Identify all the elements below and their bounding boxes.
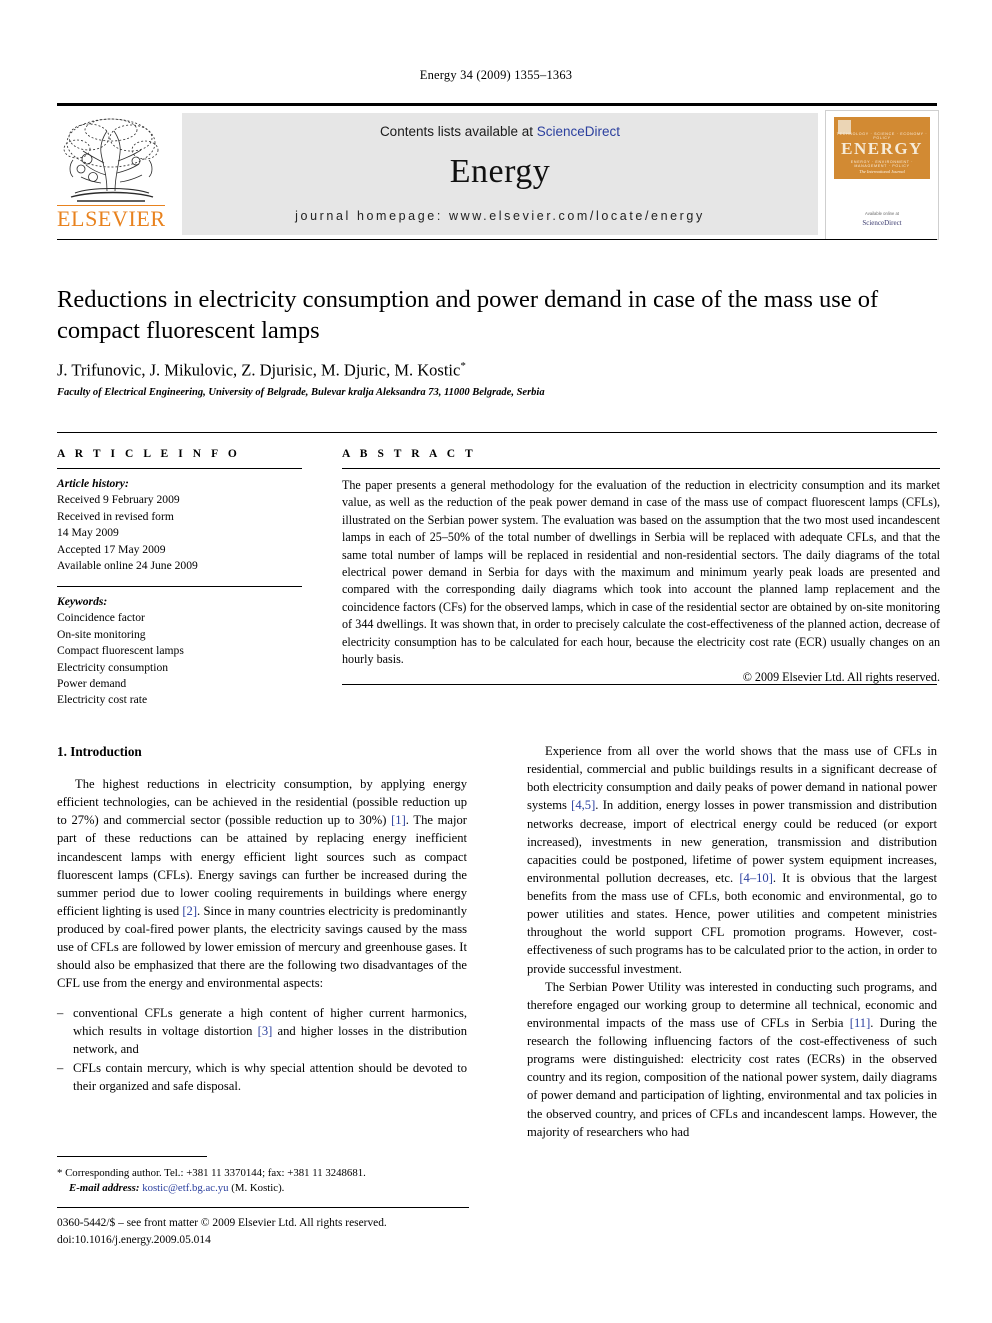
doi-line: doi:10.1016/j.energy.2009.05.014 (57, 1233, 211, 1246)
keyword-item: Coincidence factor (57, 611, 145, 625)
title-divider (57, 239, 937, 240)
journal-masthead: ELSEVIER Contents lists available at Sci… (57, 103, 939, 240)
list-dash: – (57, 1005, 64, 1020)
bullet-2-text: CFLs contain mercury, which is why speci… (73, 1060, 467, 1093)
right-paragraph-1: Experience from all over the world shows… (527, 742, 937, 978)
intro-paragraph-left: The highest reductions in electricity co… (57, 775, 467, 993)
bottom-matter: 0360-5442/$ – see front matter © 2009 El… (57, 1215, 497, 1248)
article-info-rule (57, 468, 302, 469)
contents-list-line: Contents lists available at ScienceDirec… (182, 124, 818, 139)
article-history-heading: Article history: (57, 477, 129, 490)
citation-2[interactable]: [2] (182, 904, 197, 918)
citation-4-10[interactable]: [4–10] (739, 871, 773, 885)
keyword-item: Compact fluorescent lamps (57, 644, 184, 658)
journal-title: Energy (449, 153, 551, 190)
abstract-rule (342, 468, 940, 469)
cover-title: ENERGY (841, 139, 923, 158)
keyword-item: On-site monitoring (57, 627, 146, 641)
history-item: 14 May 2009 (57, 526, 119, 540)
cover-subtitle: The International Journal (859, 169, 905, 174)
body-column-right: Experience from all over the world shows… (527, 742, 937, 1141)
issn-line: 0360-5442/$ – see front matter © 2009 El… (57, 1217, 387, 1229)
page-title: Reductions in electricity consumption an… (57, 286, 879, 344)
keyword-item: Power demand (57, 676, 127, 690)
abstract-heading: A B S T R A C T (342, 448, 477, 460)
elsevier-tree-icon (63, 118, 159, 202)
list-item: – CFLs contain mercury, which is why spec… (57, 1059, 467, 1095)
list-item: – conventional CFLs generate a high conte… (57, 1004, 467, 1058)
footnote-divider (57, 1156, 207, 1157)
intro-text-b: . The major part of these reductions can… (57, 813, 467, 918)
elsevier-logo: ELSEVIER (57, 113, 167, 235)
cover-orange-panel: TECHNOLOGY · SCIENCE · ECONOMY · POLICY … (834, 117, 930, 179)
history-item: Received 9 February 2009 (57, 493, 180, 507)
elsevier-wordmark: ELSEVIER (57, 205, 166, 231)
abstract-text: The paper presents a general methodology… (342, 478, 940, 667)
history-item: Available online 24 June 2009 (57, 559, 198, 573)
body-column-left: 1. Introduction The highest reductions i… (57, 742, 467, 1096)
corresponding-author-marker: * (460, 360, 466, 372)
right-paragraph-2: The Serbian Power Utility was interested… (527, 978, 937, 1141)
abstract-column: A B S T R A C T The paper presents a gen… (342, 448, 940, 685)
cover-available-at: Available online at (865, 211, 899, 216)
journal-cover-thumbnail: TECHNOLOGY · SCIENCE · ECONOMY · POLICY … (825, 110, 939, 240)
email-label: E-mail address: (69, 1182, 140, 1195)
email-link[interactable]: kostic@etf.bg.ac.yu (142, 1182, 228, 1194)
list-dash: – (57, 1060, 64, 1075)
email-suffix: (M. Kostic). (228, 1182, 285, 1195)
article-history-block: Article history: Received 9 February 200… (57, 476, 302, 575)
affiliation: Faculty of Electrical Engineering, Unive… (57, 387, 545, 398)
footnote-contact-line: Corresponding author. Tel.: +381 11 3370… (62, 1167, 366, 1179)
right2-text-b: . During the research the following infl… (527, 1015, 937, 1139)
keywords-rule (57, 585, 302, 587)
sciencedirect-link[interactable]: ScienceDirect (537, 124, 620, 139)
keyword-item: Electricity cost rate (57, 693, 148, 707)
citation-1[interactable]: [1] (391, 813, 406, 827)
citation-4-5[interactable]: [4,5] (571, 798, 595, 812)
journal-homepage-link[interactable]: journal homepage: www.elsevier.com/locat… (182, 209, 818, 223)
corresponding-author-footnote: * Corresponding author. Tel.: +381 11 33… (57, 1166, 469, 1197)
citation-3[interactable]: [3] (258, 1024, 273, 1038)
bottom-divider (57, 1207, 469, 1208)
paper-page: Energy 34 (2009) 1355–1363 ELSEVIER Cont… (0, 0, 992, 1323)
cover-sciencedirect: ScienceDirect (862, 219, 902, 227)
author-names: J. Trifunovic, J. Mikulovic, Z. Djurisic… (57, 360, 461, 380)
history-item: Received in revised form (57, 509, 174, 523)
history-item: Accepted 17 May 2009 (57, 542, 166, 556)
article-info-heading: A R T I C L E I N F O (57, 448, 241, 460)
contents-prefix: Contents lists available at (379, 124, 537, 139)
author-list: J. Trifunovic, J. Mikulovic, Z. Djurisic… (57, 360, 941, 381)
cover-keywords-bottom: ENERGY · ENVIRONMENT · MANAGEMENT · POLI… (850, 160, 914, 168)
section-heading-introduction: 1. Introduction (57, 744, 142, 759)
article-info-column: A R T I C L E I N F O Article history: R… (57, 448, 302, 709)
citation-11[interactable]: [11] (850, 1016, 871, 1030)
journal-banner: Contents lists available at ScienceDirec… (182, 113, 818, 235)
footnote-email-line: E-mail address: kostic@etf.bg.ac.yu (M. … (57, 1181, 469, 1196)
right-text-c: . It is obvious that the largest benefit… (527, 870, 937, 976)
info-abstract-divider (57, 432, 937, 433)
disadvantages-list: – conventional CFLs generate a high conte… (57, 1004, 467, 1096)
keywords-heading: Keywords: (57, 594, 108, 608)
keywords-block: Keywords: Coincidence factor On-site mon… (57, 594, 302, 709)
abstract-bottom-divider (342, 684, 937, 685)
keyword-item: Electricity consumption (57, 660, 169, 674)
running-head: Energy 34 (2009) 1355–1363 (419, 68, 573, 82)
